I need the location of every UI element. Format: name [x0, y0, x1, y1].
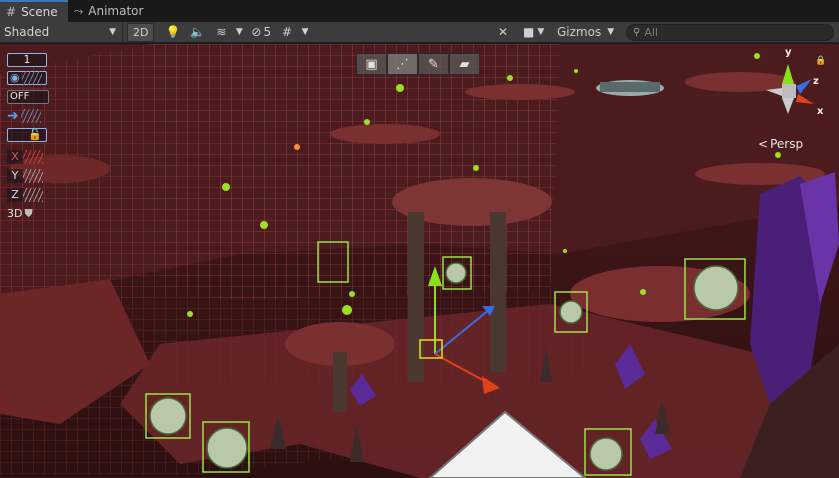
nodes-icon: ⋰ — [396, 56, 409, 72]
hidden-count: 5 — [263, 25, 272, 39]
tab-scene[interactable]: # Scene — [0, 0, 68, 22]
toggle-3d-label: 3D — [7, 207, 23, 220]
lightbulb-icon: 💡 — [165, 25, 181, 39]
search-placeholder: All — [644, 26, 658, 39]
layer-value[interactable]: 1 — [7, 52, 47, 67]
effects-dropdown-button[interactable]: ▼ — [232, 23, 246, 42]
search-icon: ⚲ — [633, 27, 641, 38]
hatch-pattern-icon — [23, 168, 43, 183]
grid-snap-icon: # — [282, 25, 293, 39]
toolbar-divider — [122, 21, 123, 43]
y-axis-toggle[interactable]: Y — [7, 168, 43, 183]
view-tool-plane[interactable]: ▰ — [449, 53, 480, 75]
y-axis-label: Y — [7, 168, 23, 183]
search-input[interactable]: ⚲ All — [626, 24, 834, 41]
view-tool-cube[interactable]: ▣ — [356, 53, 387, 75]
toggle-2d-label: 2D — [133, 25, 149, 39]
gizmos-label: Gizmos — [557, 25, 602, 39]
projection-toggle[interactable]: < Persp — [758, 137, 803, 151]
x-axis-toggle[interactable]: X — [7, 149, 43, 164]
view-tool-pen[interactable]: ✎ — [418, 53, 449, 75]
view-tool-nodes[interactable]: ⋰ — [387, 53, 418, 75]
camera-icon: ■ — [523, 25, 535, 39]
tab-scene-label: Scene — [21, 5, 58, 19]
z-axis-toggle[interactable]: Z — [7, 187, 43, 202]
lighting-toggle-button[interactable]: 💡 — [160, 23, 185, 42]
layer-field[interactable]: 1 — [7, 52, 47, 67]
tab-animator-label: Animator — [88, 4, 144, 18]
eye-icon: ◉ — [10, 71, 20, 84]
chevron-down-icon: ▼ — [301, 27, 309, 37]
off-toggle[interactable]: OFF — [7, 89, 49, 104]
lock-toggle[interactable]: 🔓 — [7, 127, 47, 142]
grid-dropdown-button[interactable]: ▼ — [298, 23, 312, 42]
gizmo-lock-icon[interactable]: 🔒 — [815, 56, 826, 66]
animator-icon: ⤳ — [73, 3, 84, 18]
shading-mode-label: Shaded — [4, 25, 50, 39]
tools-button[interactable]: ✕ — [492, 23, 514, 42]
scene-visibility-button[interactable]: ⊘ 5 — [246, 23, 276, 42]
scene-toolbar: Shaded ▼ 2D 💡 🔈 ≋ ▼ ⊘ 5 # ▼ ✕ ■ ▼ Gizmos… — [0, 21, 839, 43]
layers-icon: ≋ — [216, 25, 227, 39]
chevron-down-icon: ▼ — [109, 27, 116, 37]
scene-render — [0, 44, 839, 478]
gizmo-axis-y: y — [785, 47, 792, 58]
shield-icon: ⛊ — [24, 206, 33, 220]
effects-toggle-button[interactable]: ≋ — [210, 23, 232, 42]
eye-slash-icon: ⊘ — [251, 25, 262, 39]
crossed-tools-icon: ✕ — [497, 25, 509, 39]
hatch-pattern-icon — [21, 70, 42, 85]
arrow-right-icon: ➜ — [7, 107, 19, 124]
grid-icon: # — [6, 5, 17, 19]
chevron-down-icon: ▼ — [235, 27, 243, 37]
hatch-pattern-icon — [20, 108, 41, 123]
plane-icon: ▰ — [459, 56, 470, 72]
shading-mode-dropdown[interactable]: Shaded ▼ — [0, 22, 122, 43]
audio-toggle-button[interactable]: 🔈 — [185, 23, 210, 42]
camera-settings-button[interactable]: ■ ▼ — [518, 23, 549, 42]
gizmo-axis-x: x — [817, 106, 824, 117]
projection-label: Persp — [770, 137, 804, 151]
visibility-toggle[interactable]: ◉ — [7, 70, 47, 85]
pen-icon: ✎ — [428, 56, 439, 72]
chevron-down-icon: ▼ — [607, 27, 615, 37]
gizmos-dropdown[interactable]: Gizmos ▼ — [552, 23, 619, 42]
z-axis-label: Z — [7, 187, 23, 202]
cube-icon: ▣ — [365, 56, 378, 72]
x-axis-label: X — [7, 149, 23, 164]
chevron-down-icon: ▼ — [537, 27, 545, 37]
toggle-3d[interactable]: 3D ⛊ — [7, 206, 33, 221]
view-tools-bar: ▣ ⋰ ✎ ▰ — [356, 53, 480, 75]
tab-bar: # Scene ⤳ Animator — [0, 0, 839, 22]
lock-icon: 🔓 — [28, 128, 42, 141]
tab-animator[interactable]: ⤳ Animator — [68, 0, 154, 22]
arrow-tool[interactable]: ➜ — [7, 107, 41, 124]
chevron-left-icon: < — [758, 137, 769, 151]
hatch-pattern-icon — [23, 149, 43, 164]
speaker-icon: 🔈 — [190, 25, 206, 39]
hatch-pattern-icon — [23, 187, 43, 202]
scene-viewport[interactable]: 1 ◉ OFF ➜ 🔓 X Y Z 3D ⛊ ▣ ⋰ ✎ ▰ y z x 🔒 <… — [0, 44, 839, 478]
toggle-2d-button[interactable]: 2D — [127, 22, 155, 42]
grid-toggle-button[interactable]: # — [276, 23, 298, 42]
gizmo-axis-z: z — [813, 76, 819, 87]
off-toggle-label: OFF — [10, 91, 30, 102]
